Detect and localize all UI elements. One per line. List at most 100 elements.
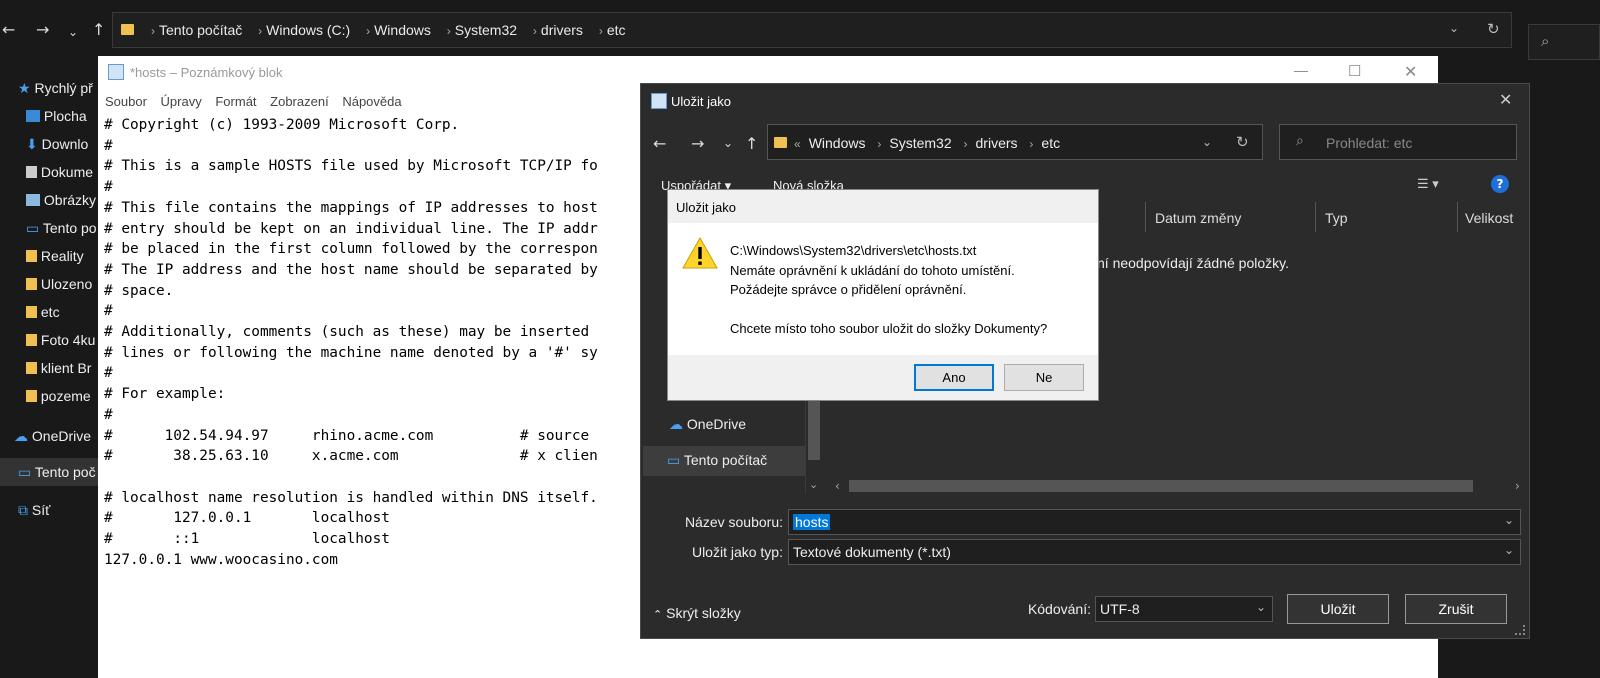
column-header-type[interactable]: Typ <box>1325 210 1348 226</box>
message-line: Požádejte správce o přidělení oprávnění. <box>730 282 967 297</box>
breadcrumb-item[interactable]: drivers <box>976 135 1018 151</box>
sidebar-item-this-pc[interactable]: ▭ Tento po <box>26 220 97 237</box>
filename-input[interactable]: hosts ⌄ <box>788 509 1521 535</box>
column-divider[interactable] <box>1315 202 1316 232</box>
breadcrumb-item[interactable]: etc <box>1041 135 1060 151</box>
forward-arrow-icon[interactable]: → <box>36 20 49 40</box>
nav-pane-item-this-pc[interactable]: ▭ Tento počítač <box>643 446 805 476</box>
breadcrumb-item[interactable]: System32 <box>889 135 951 151</box>
nav-pane-item-onedrive[interactable]: ☁ OneDrive <box>669 416 746 433</box>
notepad-title: *hosts – Poznámkový blok <box>130 65 283 80</box>
recent-chevron-icon[interactable]: ⌄ <box>723 136 733 150</box>
download-icon: ⬇ <box>26 136 38 152</box>
back-arrow-icon[interactable]: ← <box>653 134 666 153</box>
maximize-icon[interactable]: ☐ <box>1348 62 1361 80</box>
save-as-path-input[interactable]: «Windows › System32 › drivers › etc ⌄ ↻ <box>767 124 1263 160</box>
sidebar-item-pozeme[interactable]: pozeme <box>26 388 91 404</box>
sidebar-item-klient[interactable]: klient Br <box>26 360 91 376</box>
menu-item-help[interactable]: Nápověda <box>342 94 401 109</box>
refresh-icon[interactable]: ↻ <box>1487 20 1500 38</box>
sidebar-item-label: Tento po <box>42 220 97 236</box>
computer-icon: ▭ <box>18 464 32 480</box>
breadcrumb-item[interactable]: Windows <box>374 22 431 38</box>
file-list-scroll-thumb[interactable] <box>849 480 1473 492</box>
column-header-date[interactable]: Datum změny <box>1155 210 1241 226</box>
chevron-down-icon[interactable]: ⌄ <box>1256 600 1266 614</box>
sidebar-item-reality[interactable]: Reality <box>26 248 84 264</box>
no-button[interactable]: Ne <box>1004 364 1084 391</box>
filename-label: Název souboru: <box>684 514 783 530</box>
column-divider[interactable] <box>1145 202 1146 232</box>
forward-arrow-icon[interactable]: → <box>691 134 704 153</box>
menu-item-view[interactable]: Zobrazení <box>270 94 329 109</box>
sidebar-item-label: Ulozeno <box>40 276 93 292</box>
sidebar-item-ulozeno[interactable]: Ulozeno <box>26 276 92 292</box>
sidebar-item-desktop[interactable]: Plocha <box>26 108 87 124</box>
scroll-right-icon[interactable]: › <box>1515 479 1520 493</box>
back-arrow-icon[interactable]: ← <box>2 20 15 40</box>
sidebar-item-network[interactable]: ⧉ Síť <box>18 502 50 519</box>
breadcrumb-item[interactable]: Windows <box>809 135 866 151</box>
sidebar-item-etc[interactable]: etc <box>26 304 60 320</box>
help-icon[interactable]: ? <box>1491 175 1509 193</box>
sidebar-item-downloads[interactable]: ⬇ Downlo <box>26 136 88 153</box>
message-box-text: C:\Windows\System32\drivers\etc\hosts.tx… <box>730 241 1047 339</box>
star-icon: ★ <box>18 80 31 96</box>
filetype-select[interactable]: Textové dokumenty (*.txt) ⌄ <box>788 539 1521 565</box>
minimize-icon[interactable]: — <box>1294 62 1308 78</box>
hide-folders-button[interactable]: ⌃ Skrýt složky <box>653 605 741 621</box>
chevron-down-icon[interactable]: ⌄ <box>1504 513 1514 527</box>
sidebar-item-label: Obrázky <box>43 192 97 208</box>
pictures-icon <box>26 194 40 206</box>
sidebar-item-label: Plocha <box>43 108 87 124</box>
sidebar-item-onedrive[interactable]: ☁ OneDrive <box>14 428 91 445</box>
close-icon[interactable]: ✕ <box>1499 90 1512 109</box>
yes-button[interactable]: Ano <box>914 364 994 391</box>
encoding-value: UTF-8 <box>1100 601 1140 617</box>
save-as-search-input[interactable]: ⌕ Prohledat: etc <box>1279 124 1517 160</box>
explorer-search-input[interactable]: ⌕ <box>1528 24 1600 60</box>
up-arrow-icon[interactable]: ↑ <box>745 134 758 153</box>
refresh-icon[interactable]: ↻ <box>1236 133 1249 151</box>
folder-icon <box>26 250 37 262</box>
breadcrumb-item[interactable]: System32 <box>455 22 517 38</box>
breadcrumb-item[interactable]: drivers <box>541 22 583 38</box>
sidebar-item-documents[interactable]: Dokume <box>26 164 93 180</box>
explorer-path-input[interactable]: › Tento počítač › Windows (C:) › Windows › S… <box>112 12 1512 48</box>
sidebar-item-label: Dokume <box>40 164 94 180</box>
address-dropdown-icon[interactable]: ⌄ <box>1202 135 1212 149</box>
column-header-size[interactable]: Velikost <box>1465 210 1513 226</box>
close-icon[interactable]: ✕ <box>1404 62 1417 82</box>
cancel-button[interactable]: Zrušit <box>1405 594 1507 624</box>
view-options-icon[interactable]: ☰ ▾ <box>1417 176 1439 192</box>
sidebar-item-label: OneDrive <box>31 428 92 444</box>
message-question: Chcete místo toho soubor uložit do složk… <box>730 321 1048 336</box>
menu-item-edit[interactable]: Úpravy <box>161 94 202 109</box>
sidebar-item-label: Downlo <box>41 136 89 152</box>
column-divider[interactable] <box>1457 202 1458 232</box>
scroll-left-icon[interactable]: ‹ <box>835 479 840 493</box>
chevron-down-icon[interactable]: ⌄ <box>1504 543 1514 557</box>
recent-chevron-icon[interactable]: ⌄ <box>68 22 78 42</box>
address-dropdown-icon[interactable]: ⌄ <box>1449 21 1459 35</box>
computer-icon: ▭ <box>26 220 40 236</box>
sidebar-item-pictures[interactable]: Obrázky <box>26 192 96 208</box>
scroll-down-icon[interactable]: ⌄ <box>809 478 818 491</box>
breadcrumb: › Tento počítač › Windows (C:) › Windows › S… <box>151 22 626 38</box>
breadcrumb-item[interactable]: Windows (C:) <box>266 22 350 38</box>
sidebar-item-this-pc-selected[interactable]: ▭ Tento poč <box>0 458 100 486</box>
breadcrumb-item[interactable]: Tento počítač <box>159 22 242 38</box>
sidebar-item-quick-access[interactable]: ★ Rychlý př <box>18 80 93 97</box>
notepad-text-area[interactable]: # Copyright (c) 1993-2009 Microsoft Corp… <box>104 115 644 635</box>
save-button[interactable]: Uložit <box>1287 594 1389 624</box>
search-placeholder: Prohledat: etc <box>1326 135 1413 151</box>
explorer-address-bar: ← → ⌄ ↑ › Tento počítač › Windows (C:) › Wi… <box>0 12 1600 60</box>
breadcrumb-item[interactable]: etc <box>607 22 626 38</box>
encoding-select[interactable]: UTF-8 ⌄ <box>1095 596 1273 622</box>
resize-grip[interactable] <box>1515 625 1525 635</box>
menu-item-format[interactable]: Formát <box>215 94 256 109</box>
empty-folder-message: ní neodpovídají žádné položky. <box>1097 255 1289 271</box>
menu-item-file[interactable]: Soubor <box>105 94 147 109</box>
sidebar-item-foto[interactable]: Foto 4ku <box>26 332 95 348</box>
up-arrow-icon[interactable]: ↑ <box>92 20 105 40</box>
